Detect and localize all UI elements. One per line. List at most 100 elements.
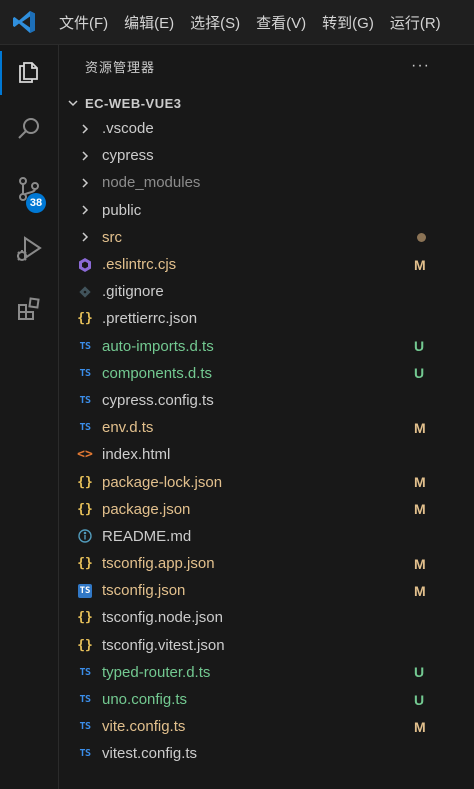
menu-edit[interactable]: 编辑(E) [116,0,182,44]
source-control-activity-button[interactable]: 38 [0,163,58,219]
file-row[interactable]: .gitignore [59,278,474,305]
git-status-badge: M [414,419,426,436]
file-name: env.d.ts [102,419,154,437]
file-name: vite.config.ts [102,718,186,736]
ts-icon: TS [79,721,91,733]
json-icon: {} [77,474,93,490]
ts-icon: TS [79,666,91,678]
chevron-down-icon [65,97,81,109]
explorer-activity-button[interactable] [0,45,58,101]
file-name: .eslintrc.cjs [102,256,177,274]
explorer-header: 资源管理器 ··· [59,45,474,87]
file-name: tsconfig.vitest.json [102,636,225,654]
modified-dot [417,232,426,242]
git-status-badge: U [414,365,425,382]
source-control-badge: 38 [26,193,46,213]
file-row[interactable]: TS env.d.ts M [59,414,474,441]
folder-row[interactable]: node_modules [59,169,474,196]
file-name: typed-router.d.ts [102,663,211,681]
project-folder-header[interactable]: EC-WEB-VUE3 [59,90,474,116]
folder-row[interactable]: public [59,197,474,224]
file-row[interactable]: {} package-lock.json M [59,468,474,495]
explorer-title: 资源管理器 [85,59,156,75]
json-icon: {} [77,311,93,327]
menu-file[interactable]: 文件(F) [51,0,116,44]
json-icon: {} [77,637,93,653]
file-row[interactable]: TS uno.config.ts U [59,686,474,713]
chevron-right-icon [76,201,94,219]
search-icon [15,115,43,148]
file-name: cypress [102,147,154,165]
ts-icon: TS [79,367,91,379]
ts-icon: TS [79,694,91,706]
search-activity-button[interactable] [0,103,58,159]
file-row[interactable]: TS typed-router.d.ts U [59,659,474,686]
folder-row[interactable]: cypress [59,142,474,169]
file-row[interactable]: <> index.html [59,441,474,468]
file-row[interactable]: {} package.json M [59,496,474,523]
file-name: vitest.config.ts [102,745,198,763]
json-icon: {} [77,501,93,517]
file-name: README.md [102,527,192,545]
title-bar: 文件(F) 编辑(E) 选择(S) 查看(V) 转到(G) 运行(R) [0,0,474,45]
ts-icon: TS [79,340,91,352]
file-name: package-lock.json [102,473,223,491]
file-name: .vscode [102,120,154,138]
file-row[interactable]: TS vitest.config.ts [59,740,474,767]
file-row[interactable]: {} tsconfig.vitest.json [59,632,474,659]
file-row[interactable]: .eslintrc.cjs M [59,251,474,278]
file-name: auto-imports.d.ts [102,337,214,355]
menu-view[interactable]: 查看(V) [248,0,314,44]
file-row[interactable]: {} tsconfig.app.json M [59,550,474,577]
file-name: tsconfig.json [102,582,186,600]
folder-row[interactable]: src [59,224,474,251]
git-status-badge: M [414,256,426,273]
file-row[interactable]: TS components.d.ts U [59,360,474,387]
chevron-right-icon [76,228,94,246]
json-icon: {} [77,556,93,572]
run-debug-icon [14,234,44,269]
menu-go[interactable]: 转到(G) [314,0,382,44]
file-name: .gitignore [102,283,164,301]
file-name: src [102,228,122,246]
file-name: tsconfig.app.json [102,555,215,573]
file-name: .prettierrc.json [102,310,198,328]
file-name: public [102,201,142,219]
git-status-badge: M [414,582,426,599]
file-name: components.d.ts [102,364,213,382]
project-name: EC-WEB-VUE3 [85,95,182,111]
menu-selection[interactable]: 选择(S) [182,0,248,44]
file-row[interactable]: {} tsconfig.node.json [59,604,474,631]
file-row[interactable]: {} .prettierrc.json [59,305,474,332]
folder-row[interactable]: .vscode [59,115,474,142]
activity-bar: 38 [0,45,59,789]
file-row[interactable]: TS tsconfig.json M [59,577,474,604]
more-actions-button[interactable]: ··· [411,57,430,75]
file-tree: .vscode cypress node_modulespublic src .esli… [59,115,474,768]
extensions-activity-button[interactable] [0,283,58,339]
vscode-logo-icon [9,7,39,37]
git-status-badge: U [414,691,425,708]
git-status-badge: M [414,474,426,491]
run-debug-activity-button[interactable] [0,223,58,279]
info-icon [76,527,94,545]
file-name: tsconfig.node.json [102,609,223,627]
file-row[interactable]: TS auto-imports.d.ts U [59,333,474,360]
file-name: uno.config.ts [102,691,188,709]
file-row[interactable]: README.md [59,523,474,550]
files-icon [15,57,43,90]
ts-icon: TS [79,422,91,434]
file-row[interactable]: TS cypress.config.ts [59,387,474,414]
explorer-sidebar: 资源管理器 ··· EC-WEB-VUE3 .vscode cypress node… [59,45,474,789]
menu-run[interactable]: 运行(R) [382,0,449,44]
ts-icon: TS [79,394,91,406]
file-row[interactable]: TS vite.config.ts M [59,713,474,740]
html-icon: <> [77,447,93,463]
file-name: cypress.config.ts [102,391,214,409]
git-status-badge: U [414,338,425,355]
git-icon [76,283,94,301]
extensions-icon [15,295,43,328]
chevron-right-icon [76,147,94,165]
file-name: package.json [102,500,191,518]
git-status-badge: U [414,664,425,681]
